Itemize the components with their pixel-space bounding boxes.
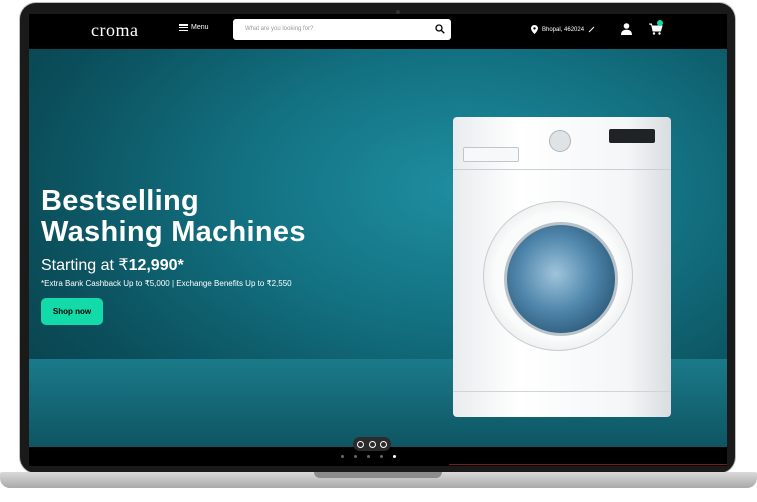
hero-title-line2: Washing Machines: [41, 216, 306, 248]
hero-price: Starting at ₹12,990*: [41, 255, 184, 275]
kick-panel: [453, 391, 671, 418]
menu-label: Menu: [191, 24, 209, 31]
hero-price-value: 12,990*: [128, 257, 184, 274]
site-header: croma Menu What are you looking for? Bho…: [29, 14, 727, 48]
program-knob: [549, 130, 571, 152]
location-pin-icon: [531, 25, 538, 34]
chat-icon: [357, 440, 365, 448]
hero-title: Bestselling Washing Machines: [41, 186, 306, 248]
hero-price-prefix: Starting at ₹: [41, 257, 129, 274]
croma-logo[interactable]: croma: [91, 20, 138, 41]
digital-display: [609, 129, 655, 143]
door-ring: [483, 201, 633, 351]
carousel-dot[interactable]: [354, 455, 357, 458]
hero-banner[interactable]: Bestselling Washing Machines Starting at…: [29, 49, 727, 447]
search-icon[interactable]: [435, 24, 445, 34]
hamburger-icon: [179, 24, 188, 31]
location-selector[interactable]: Bhopal, 462024: [531, 25, 595, 34]
laptop-screen: croma Menu What are you looking for? Bho…: [29, 14, 727, 466]
washing-machine-image: [453, 117, 671, 417]
support-icon: [368, 440, 376, 448]
laptop-notch: [314, 472, 442, 478]
location-text: Bhopal, 462024: [542, 26, 585, 33]
control-panel: [453, 117, 671, 170]
hero-title-line1: Bestselling: [41, 185, 200, 217]
carousel-dot[interactable]: [367, 455, 370, 458]
shop-now-button[interactable]: Shop now: [41, 298, 103, 325]
carousel-indicators: [341, 455, 396, 458]
cart-badge: [657, 20, 663, 26]
edit-pencil-icon[interactable]: [588, 26, 595, 33]
door-glass: [504, 222, 618, 336]
carousel-dot[interactable]: [341, 455, 344, 458]
carousel-dot[interactable]: [393, 455, 396, 458]
search-input[interactable]: What are you looking for?: [233, 19, 451, 40]
menu-button[interactable]: Menu: [179, 24, 209, 31]
hero-offer-note: *Extra Bank Cashback Up to ₹5,000 | Exch…: [41, 279, 292, 288]
carousel-dot[interactable]: [380, 455, 383, 458]
list-icon: [379, 440, 387, 448]
user-icon[interactable]: [621, 23, 632, 35]
search-placeholder: What are you looking for?: [245, 26, 314, 32]
chat-widget[interactable]: [353, 437, 391, 451]
bottom-accent-line: [449, 464, 727, 465]
detergent-drawer: [463, 147, 519, 162]
